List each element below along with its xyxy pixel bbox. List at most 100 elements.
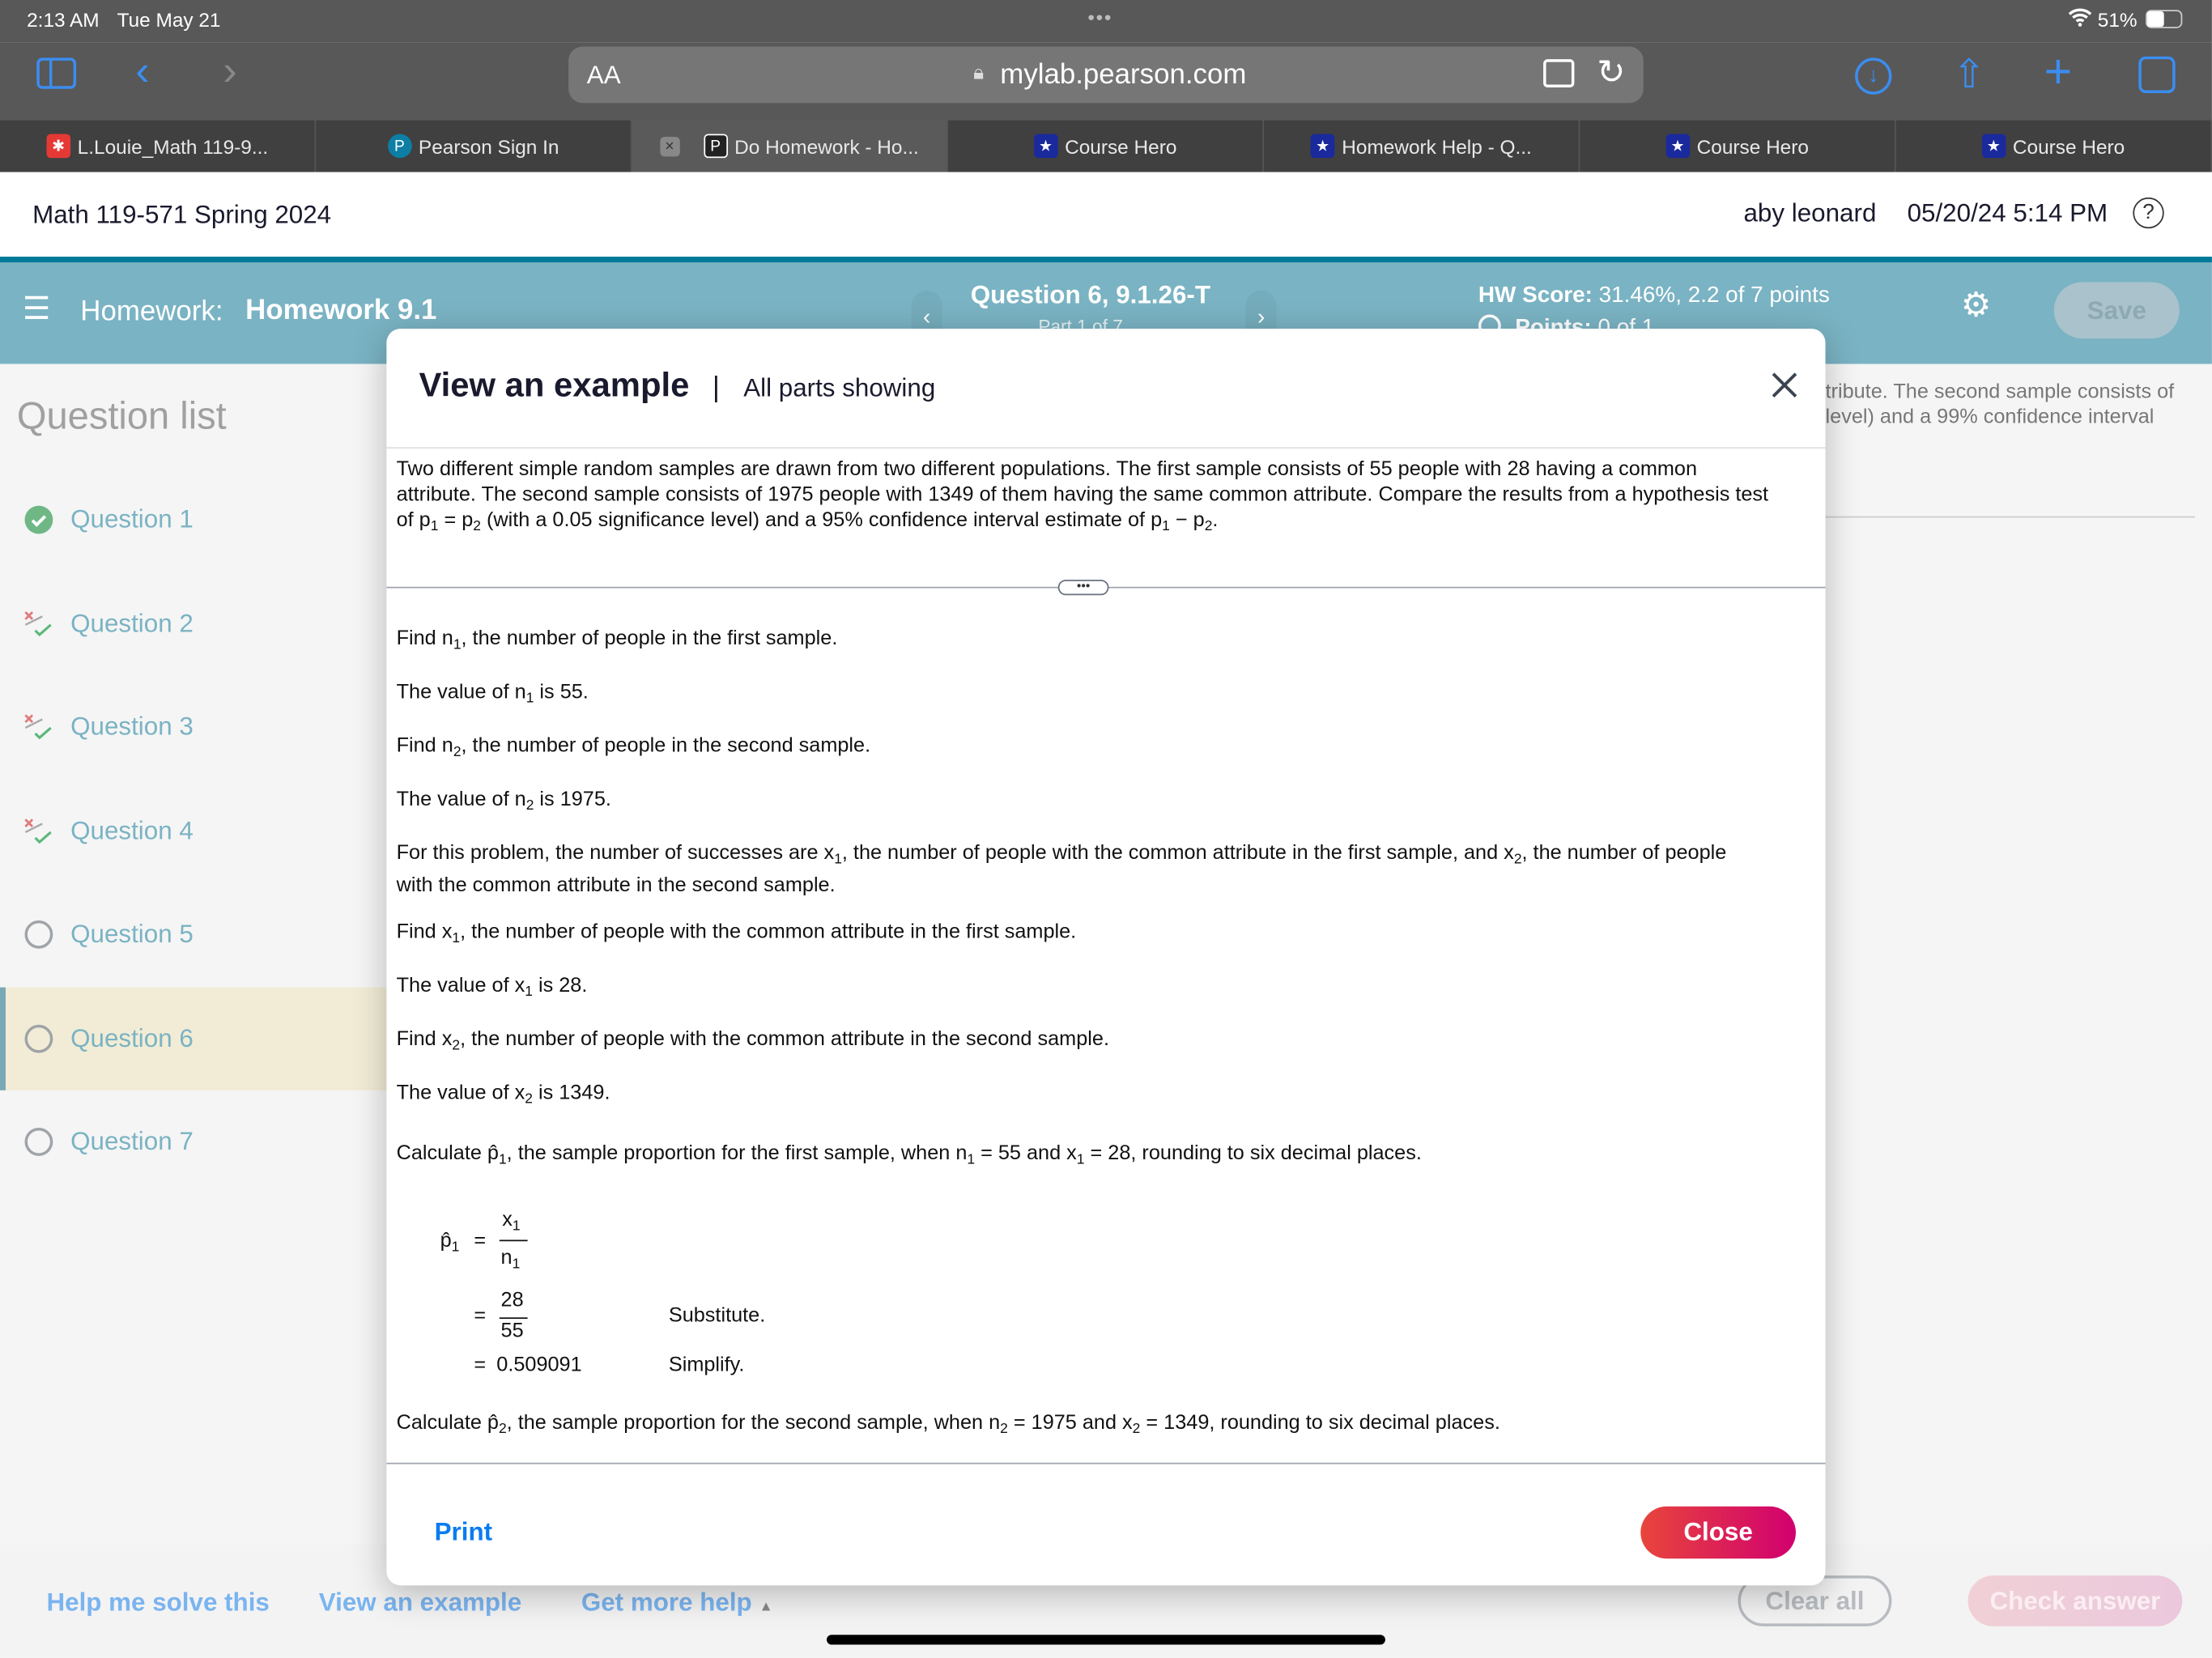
course-hero-icon: ★	[1033, 134, 1058, 159]
fraction-bar	[499, 1239, 528, 1242]
battery-percent: 51%	[2097, 8, 2138, 32]
url-text[interactable]: mylab.pearson.com	[1000, 59, 1246, 91]
substitute-note: Substitute.	[668, 1304, 766, 1328]
lock-icon: 🔒︎	[973, 60, 985, 83]
fraction-bar	[499, 1317, 528, 1320]
course-header: Math 119-571 Spring 2024 aby leonard 05/…	[0, 172, 2212, 257]
solution-step: Calculate p̂2, the sample proportion for…	[396, 1412, 1500, 1438]
browser-tab[interactable]: ✱ L.Louie_Math 119-9...	[0, 120, 317, 172]
solution-step: The value of n1 is 55.	[396, 681, 589, 707]
solution-step: The value of x1 is 28.	[396, 974, 588, 1001]
address-bar[interactable]: AA 🔒︎ mylab.pearson.com ↻	[568, 46, 1644, 104]
browser-tab[interactable]: ★ Homework Help - Q...	[1264, 120, 1580, 172]
simplify-note: Simplify.	[668, 1354, 745, 1377]
sidebar-toggle-icon[interactable]	[36, 57, 77, 89]
dialog-subtitle: All parts showing	[743, 373, 936, 402]
equals-sign: =	[474, 1304, 487, 1328]
question-label: Question 5	[70, 919, 194, 948]
solution-step: For this problem, the number of successe…	[396, 842, 1727, 868]
solution-step: with the common attribute in the second …	[396, 874, 836, 898]
solution-step: The value of x2 is 1349.	[396, 1082, 610, 1107]
unanswered-circle-icon	[24, 1023, 53, 1052]
browser-tab[interactable]: ★ Course Hero	[1896, 120, 2212, 172]
settings-gear-icon[interactable]: ⚙	[1961, 285, 1991, 326]
question-label: Question 2	[70, 608, 194, 637]
statement-line: of p1 = p2 (with a 0.05 significance lev…	[396, 508, 1219, 535]
question-label: Question 7	[70, 1127, 194, 1155]
pearson-logo-icon: P	[387, 134, 412, 159]
browser-tab[interactable]: × P Do Homework - Ho...	[632, 120, 948, 172]
question-label: Question 3	[70, 712, 194, 741]
status-date: Tue May 21	[117, 8, 221, 32]
homework-name: Homework 9.1	[245, 295, 437, 326]
home-indicator[interactable]	[826, 1635, 1385, 1645]
question-list-item[interactable]: Question 2	[0, 572, 386, 675]
question-list-item[interactable]: Question 1	[0, 468, 386, 571]
help-me-solve-link[interactable]: Help me solve this	[46, 1588, 269, 1618]
question-label: Question 6	[70, 1023, 194, 1052]
print-button[interactable]: Print	[435, 1518, 492, 1548]
question-list-item[interactable]: Question 3	[0, 676, 386, 779]
status-bar: 2:13 AM Tue May 21 ••• 51%	[0, 0, 2212, 43]
reload-icon[interactable]: ↻	[1597, 52, 1625, 93]
close-tab-icon[interactable]: ×	[659, 136, 680, 156]
check-answer-button[interactable]: Check answer	[1967, 1575, 2183, 1626]
browser-tab[interactable]: ★ Course Hero	[948, 120, 1265, 172]
partial-credit-icon	[24, 610, 52, 636]
correct-check-icon	[24, 505, 53, 534]
unanswered-circle-icon	[24, 920, 53, 949]
tab-label: Course Hero	[1065, 134, 1177, 158]
new-tab-icon[interactable]: +	[2044, 45, 2073, 100]
tab-label: Course Hero	[1696, 134, 1809, 158]
footer-divider	[386, 1462, 1826, 1465]
question-label: Question 1	[70, 504, 194, 534]
close-icon[interactable]	[1771, 371, 1799, 399]
share-icon[interactable]: ⇧	[1952, 51, 1985, 97]
save-button[interactable]: Save	[2053, 282, 2180, 339]
partial-credit-icon	[24, 714, 52, 740]
status-time: 2:13 AM	[27, 8, 100, 32]
view-example-link[interactable]: View an example	[319, 1588, 521, 1618]
menu-icon[interactable]: ☰	[23, 291, 50, 327]
close-button[interactable]: Close	[1640, 1506, 1796, 1559]
substituted-denominator: 55	[500, 1320, 524, 1343]
hw-score-label: HW Score:	[1478, 283, 1593, 308]
solution-step: The value of n2 is 1975.	[396, 788, 611, 814]
tab-label: Pearson Sign In	[418, 134, 559, 158]
background-question-text: tribute. The second sample consists of	[1825, 380, 2175, 404]
statement-line: Two different simple random samples are …	[396, 458, 1698, 482]
forward-icon[interactable]: ›	[223, 48, 236, 96]
partial-credit-icon	[24, 818, 52, 844]
back-icon[interactable]: ‹	[135, 48, 149, 96]
question-list-item[interactable]: Question 4	[0, 780, 386, 882]
tab-overview-icon[interactable]	[2138, 56, 2176, 93]
question-list-item[interactable]: Question 5	[0, 883, 386, 986]
p1-result: 0.509091	[496, 1354, 582, 1377]
solution-step: Find x2, the number of people with the c…	[396, 1028, 1109, 1054]
dialog-title: View an example	[419, 366, 690, 406]
help-icon[interactable]: ?	[2133, 197, 2164, 229]
tab-bar: ✱ L.Louie_Math 119-9... P Pearson Sign In × P…	[0, 120, 2212, 172]
question-list-item[interactable]: Question 7	[0, 1090, 386, 1193]
equals-sign: =	[474, 1354, 487, 1377]
browser-tab[interactable]: P Pearson Sign In	[316, 120, 632, 172]
multitasking-dots-icon[interactable]: •••	[1087, 6, 1112, 28]
browser-toolbar: ‹ › AA 🔒︎ mylab.pearson.com ↻ ↓ ⇧ +	[0, 42, 2212, 121]
expand-ellipsis-button[interactable]: •••	[1057, 579, 1109, 596]
solution-step: Find n2, the number of people in the sec…	[396, 734, 871, 761]
course-hero-icon: ★	[1310, 134, 1335, 159]
browser-tab[interactable]: ★ Course Hero	[1580, 120, 1896, 172]
header-divider	[386, 447, 1826, 449]
battery-icon	[2146, 10, 2183, 28]
extensions-icon[interactable]	[1543, 59, 1575, 88]
user-name[interactable]: aby leonard	[1743, 199, 1876, 229]
course-hero-icon: ★	[1981, 134, 2006, 159]
substituted-numerator: 28	[500, 1289, 524, 1312]
text-size-button[interactable]: AA	[587, 61, 621, 91]
calendar-logo-icon: ✱	[46, 134, 70, 159]
background-question-text: level) and a 99% confidence interval	[1825, 406, 2155, 429]
question-list-item[interactable]: Question 6	[0, 986, 387, 1090]
get-more-help-link[interactable]: Get more help ▲	[581, 1588, 773, 1618]
downloads-icon[interactable]: ↓	[1855, 57, 1892, 95]
equals-sign: =	[474, 1230, 487, 1253]
